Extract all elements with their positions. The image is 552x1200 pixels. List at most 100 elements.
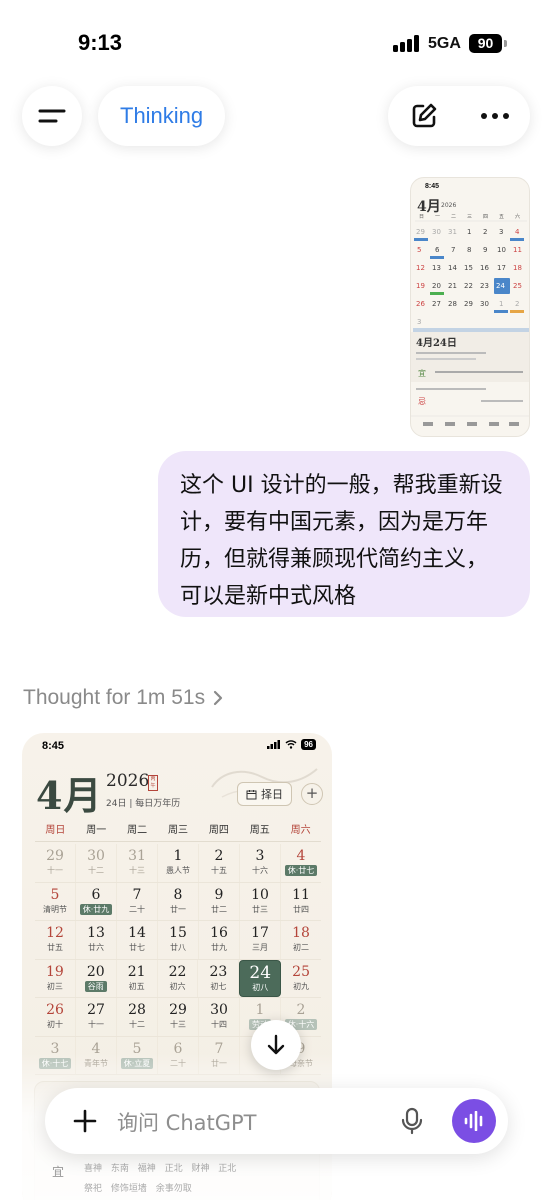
svg-text:1: 1 [499, 300, 503, 308]
calendar-day: 5 清明节 [35, 882, 76, 920]
svg-text:29: 29 [416, 228, 425, 236]
model-selector-button[interactable]: Thinking [98, 86, 226, 146]
day-number: 19 [46, 963, 64, 980]
lunar-date: 十三 [170, 1020, 186, 1029]
more-icon [480, 113, 509, 119]
scroll-to-bottom-button[interactable] [251, 1020, 301, 1070]
lunar-date: 愚人节 [166, 866, 190, 875]
svg-text:17: 17 [497, 264, 506, 272]
day-number: 18 [292, 925, 310, 941]
lunar-date: 廿七 [129, 943, 145, 952]
thought-toggle[interactable]: Thought for 1m 51s [23, 686, 223, 710]
lunar-date: 十一 [88, 1020, 104, 1029]
plus-icon [73, 1109, 97, 1133]
attach-button[interactable] [65, 1101, 105, 1141]
calendar-day: 12 廿五 [35, 921, 76, 959]
lunar-date: 十四 [211, 1020, 227, 1029]
lunar-date: 初七 [210, 981, 227, 991]
new-chat-button[interactable] [388, 86, 459, 146]
svg-text:25: 25 [513, 282, 522, 290]
day-number: 22 [168, 963, 187, 980]
battery-icon: 90 [469, 34, 502, 53]
lunar-date: 廿五 [47, 943, 63, 952]
calendar-day: 31 十三 [117, 844, 158, 882]
calendar-month: 4月 [36, 773, 103, 818]
svg-text:3: 3 [499, 228, 503, 236]
status-time: 9:13 [78, 30, 123, 55]
status-bar: 9:13 5GA 90 [0, 0, 552, 80]
calendar-day: 11 廿四 [281, 883, 321, 921]
day-number: 14 [128, 925, 146, 941]
svg-text:7: 7 [451, 246, 455, 254]
calendar-subtitle: 24日 | 每日万年历 [106, 799, 181, 809]
day-number: 12 [46, 925, 64, 941]
calendar-day: 4 休·廿七 [281, 844, 321, 882]
calendar-day: 14 廿七 [117, 921, 158, 959]
day-number: 8 [173, 886, 183, 903]
svg-text:19: 19 [416, 282, 425, 290]
voice-mode-button[interactable] [452, 1099, 496, 1143]
attached-image[interactable]: 8:45 4月 2026 日一二三四五六 29 30 31 1 2 3 4 5 6 7 8 9 10 1… [410, 177, 530, 437]
lunar-date: 廿六 [88, 943, 104, 952]
svg-text:4月24日: 4月24日 [416, 337, 457, 349]
more-button[interactable] [459, 86, 530, 146]
day-number: 5 [50, 886, 60, 903]
svg-text:29: 29 [464, 300, 473, 308]
weekday-label: 周二 [127, 825, 148, 836]
day-number: 27 [87, 1002, 105, 1018]
svg-text:18: 18 [513, 264, 522, 272]
day-number: 4 [296, 848, 306, 864]
network-type: 5GA [428, 35, 461, 52]
day-number: 3 [255, 848, 265, 864]
svg-text:16: 16 [480, 264, 489, 272]
lunar-date: 初二 [293, 943, 309, 952]
weekday-label: 周五 [249, 825, 270, 836]
day-number: 13 [87, 925, 105, 941]
lunar-date: 十五 [211, 866, 227, 875]
dictate-button[interactable] [395, 1104, 429, 1138]
menu-button[interactable] [22, 86, 82, 146]
svg-text:忌: 忌 [418, 397, 426, 406]
calendar-day: 6 休·廿九 [76, 882, 117, 920]
message-input[interactable]: 询问 ChatGPT [117, 1107, 257, 1137]
svg-text:24: 24 [496, 282, 505, 290]
lunar-date: 十二 [88, 866, 104, 875]
holiday-tag: 休·廿七 [284, 865, 318, 876]
day-number: 21 [127, 963, 146, 980]
lunar-date: 初十 [47, 1020, 63, 1029]
menu-icon [38, 109, 66, 123]
svg-text:11: 11 [513, 246, 522, 254]
composer: 询问 ChatGPT [45, 1088, 508, 1154]
lunar-date: 廿四 [293, 904, 309, 914]
svg-text:3: 3 [417, 318, 421, 326]
svg-text:6: 6 [435, 246, 440, 254]
yi-items-2: 祭祀 修饰垣墙 余事勿取 [84, 1184, 192, 1194]
day-number: 2 [214, 848, 224, 864]
day-number: 1 [173, 848, 183, 864]
calendar-day: 29 十一 [35, 844, 76, 882]
svg-text:四: 四 [483, 214, 488, 220]
day-number: 29 [169, 1002, 187, 1018]
svg-text:2: 2 [483, 228, 487, 236]
lunar-date: 廿八 [170, 943, 186, 952]
svg-text:12: 12 [416, 264, 425, 272]
day-number: 15 [169, 925, 187, 941]
new-chat-icon [412, 103, 436, 128]
weekday-label: 周日 [45, 825, 66, 836]
calendar-day: 16 廿九 [199, 921, 240, 959]
svg-text:21: 21 [448, 282, 457, 290]
user-message-bubble: 这个 UI 设计的一般，帮我重新设 计，要有中国元素，因为是万年 历，但就得兼顾… [158, 451, 530, 617]
calendar-day: 30 十二 [76, 844, 117, 882]
calendar-day: 3 十六 [240, 844, 281, 882]
calendar-day: 29 十三 [158, 998, 199, 1036]
calendar-day: 21 初五 [117, 959, 158, 997]
svg-text:9: 9 [483, 246, 487, 254]
svg-text:一: 一 [435, 214, 440, 220]
svg-text:13: 13 [432, 264, 441, 272]
svg-text:六: 六 [515, 213, 520, 220]
svg-text:二: 二 [451, 214, 456, 220]
lunar-date: 初三 [46, 981, 63, 991]
svg-text:26: 26 [416, 300, 425, 308]
chevron-right-icon [214, 690, 223, 706]
day-number: 9 [214, 886, 224, 903]
